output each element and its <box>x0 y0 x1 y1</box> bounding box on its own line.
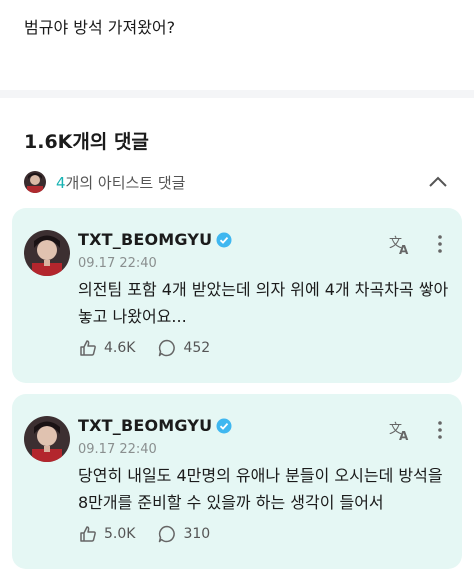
like-icon <box>80 526 96 542</box>
more-options-icon[interactable] <box>432 232 448 256</box>
reply-button[interactable]: 310 <box>157 524 210 544</box>
artist-avatar <box>24 171 46 193</box>
like-button[interactable]: 4.6K <box>78 338 135 358</box>
svg-text:A: A <box>399 429 409 442</box>
comment-stats: 4.6K 452 <box>78 338 232 358</box>
reply-icon <box>159 525 176 543</box>
reply-button[interactable]: 452 <box>157 338 210 358</box>
translate-icon[interactable]: 文 A <box>388 232 412 256</box>
artist-comment-count: 4 <box>56 173 66 192</box>
comment-card: TXT_BEOMGYU 09.17 22:40 文 A 의전팀 포함 4개 받았… <box>12 208 462 383</box>
comment-stats: 5.0K 310 <box>78 524 232 544</box>
like-icon <box>80 340 96 356</box>
comments-count: 1.6K개의 댓글 <box>24 131 149 153</box>
artist-comments-label: 4개의 아티스트 댓글 <box>56 172 185 193</box>
section-divider <box>0 90 474 98</box>
verified-badge-icon <box>216 232 232 247</box>
comment-text: 당연히 내일도 4만명의 유애나 분들이 오시는데 방석을 8만개를 준비할 수… <box>78 466 443 512</box>
reply-icon <box>159 339 176 357</box>
artist-comment-suffix: 개의 아티스트 댓글 <box>65 173 186 192</box>
comment-text: 의전팀 포함 4개 받았는데 의자 위에 4개 차곡차곡 쌓아놓고 나왔어요..… <box>78 280 449 326</box>
reply-count: 452 <box>183 340 211 356</box>
post-text: 범규야 방석 가져왔어? <box>24 18 176 37</box>
verified-badge-icon <box>216 418 232 433</box>
like-button[interactable]: 5.0K <box>78 524 135 544</box>
comment-date: 09.17 22:40 <box>78 256 157 271</box>
artist-comments-toggle[interactable]: 4개의 아티스트 댓글 <box>24 170 454 194</box>
avatar[interactable] <box>24 416 70 462</box>
comment-card: TXT_BEOMGYU 09.17 22:40 文 A 당연히 내일도 4만명의… <box>12 394 462 569</box>
author-row: TXT_BEOMGYU <box>78 416 232 435</box>
reply-count: 310 <box>183 526 211 542</box>
more-options-icon[interactable] <box>432 418 448 442</box>
avatar[interactable] <box>24 230 70 276</box>
svg-text:A: A <box>399 243 409 256</box>
author-row: TXT_BEOMGYU <box>78 230 232 249</box>
like-count: 4.6K <box>104 340 136 356</box>
translate-icon[interactable]: 文 A <box>388 418 412 442</box>
chevron-up-icon[interactable] <box>426 170 450 194</box>
author-name[interactable]: TXT_BEOMGYU <box>78 416 212 435</box>
author-name[interactable]: TXT_BEOMGYU <box>78 230 212 249</box>
like-count: 5.0K <box>104 526 136 542</box>
comment-date: 09.17 22:40 <box>78 442 157 457</box>
